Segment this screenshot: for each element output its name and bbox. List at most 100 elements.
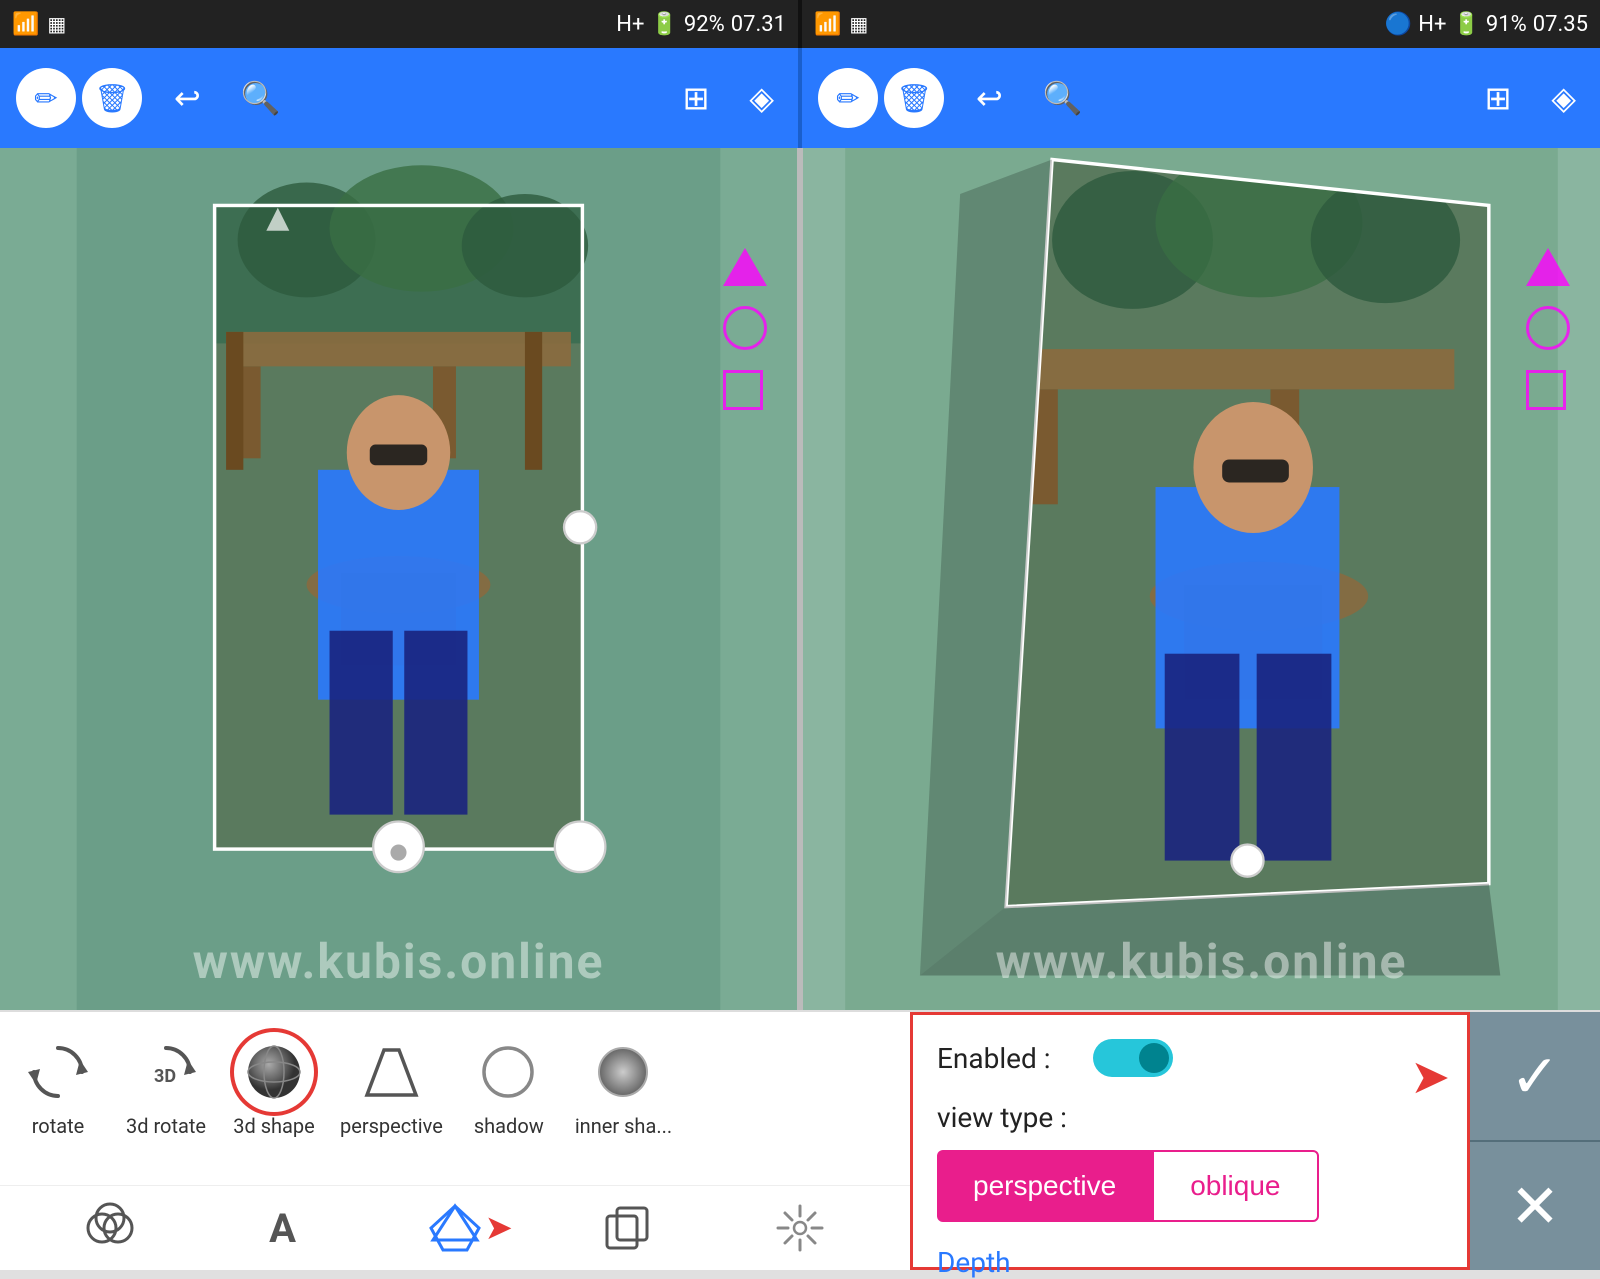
status-bar-right: 📶 ▦ 🔵 H+ 🔋 91% 07.35: [802, 0, 1600, 48]
blend-icon-btn[interactable]: [80, 1198, 140, 1258]
canvases: www.kubis.online: [0, 148, 1600, 1010]
settings-panel: Enabled : view type : perspective obliqu…: [910, 1012, 1470, 1270]
cancel-x-icon: ✕: [1510, 1171, 1560, 1242]
3d-shape-label: 3d shape: [233, 1114, 315, 1138]
confirm-arrow: ➤: [1410, 1048, 1450, 1105]
enabled-row: Enabled :: [937, 1039, 1443, 1077]
square-shape-right[interactable]: [1526, 370, 1566, 410]
zoom-button-right[interactable]: 🔍: [1035, 71, 1091, 125]
confirm-check-icon: ✓: [1510, 1041, 1560, 1112]
trash-icon-right: 🗑: [896, 82, 932, 115]
trash-button-right[interactable]: 🗑: [884, 68, 944, 128]
wifi-icon: 📶: [12, 12, 39, 37]
shadow-icon-wrap: [473, 1036, 545, 1108]
toggle-track: [1093, 1039, 1173, 1077]
shape-icon-btn[interactable]: ➤: [425, 1198, 485, 1258]
app-icon-right: ▦: [849, 12, 868, 36]
text-letter: A: [269, 1205, 296, 1252]
tool-group-edit-left: ✏ 🗑: [16, 68, 142, 128]
shape-handles-right: [1526, 248, 1570, 410]
status-info-right: 🔵 H+ 🔋 91% 07.35: [1385, 12, 1588, 37]
pencil-icon-right: ✏: [836, 82, 859, 115]
tool-3d-shape[interactable]: 3d shape: [224, 1028, 324, 1146]
time-right: 07.35: [1533, 12, 1588, 37]
perspective-button[interactable]: perspective: [937, 1150, 1152, 1222]
watermark-left: www.kubis.online: [0, 933, 797, 990]
zoom-button-left[interactable]: 🔍: [233, 71, 289, 125]
text-icon-btn[interactable]: A: [253, 1198, 313, 1258]
duplicate-icon-btn[interactable]: [597, 1198, 657, 1258]
confirm-cancel-panel: ➤ ✓ ✕: [1470, 1012, 1600, 1270]
status-icons-left: 📶 ▦: [12, 12, 66, 37]
toolbar-right: ✏ 🗑 ↩ 🔍 ⊞ ◈: [802, 48, 1600, 148]
perspective-label: perspective: [340, 1114, 443, 1138]
circle-shape-right[interactable]: [1526, 306, 1570, 350]
oblique-button[interactable]: oblique: [1152, 1150, 1318, 1222]
canvas-left[interactable]: www.kubis.online: [0, 148, 797, 1010]
tool-3d-rotate[interactable]: 3D 3d rotate: [116, 1028, 216, 1146]
wifi-icon-right: 📶: [814, 12, 841, 37]
canvas-right[interactable]: www.kubis.online: [803, 148, 1600, 1010]
trash-icon-left: 🗑: [94, 82, 130, 115]
tool-group-edit-right: ✏ 🗑: [818, 68, 944, 128]
tool-rotate[interactable]: rotate: [8, 1028, 108, 1146]
shadow-label: shadow: [474, 1114, 544, 1138]
perspective-icon-wrap: [355, 1036, 427, 1108]
confirm-button[interactable]: ➤ ✓: [1470, 1012, 1600, 1140]
app-icon-left: ▦: [47, 12, 66, 36]
undo-button-left[interactable]: ↩: [166, 71, 209, 125]
pencil-icon-left: ✏: [34, 82, 57, 115]
tool-shadow[interactable]: shadow: [459, 1028, 559, 1146]
status-icons-right: 📶 ▦: [814, 12, 868, 37]
view-type-section: view type : perspective oblique: [937, 1101, 1443, 1222]
circle-shape-left[interactable]: [723, 306, 767, 350]
grid-button-left[interactable]: ⊞: [675, 71, 718, 125]
bluetooth-icon: 🔵: [1385, 12, 1412, 37]
battery-icon-left: 🔋: [650, 12, 677, 37]
square-shape-left[interactable]: [723, 370, 763, 410]
toolbars: ✏ 🗑 ↩ 🔍 ⊞ ◈ ✏ 🗑 ↩ 🔍: [0, 48, 1600, 148]
time-left: 07.31: [731, 12, 786, 37]
3d-rotate-icon-wrap: 3D: [130, 1036, 202, 1108]
pencil-button-left[interactable]: ✏: [16, 68, 76, 128]
svg-text:3D: 3D: [154, 1066, 176, 1087]
signal-type-left: H+: [616, 12, 644, 37]
tools-scroll[interactable]: rotate 3D 3d rotate: [0, 1012, 910, 1185]
trash-button-left[interactable]: 🗑: [82, 68, 142, 128]
signal-type-right: H+: [1418, 12, 1446, 37]
battery-icon-right: 🔋: [1452, 12, 1479, 37]
app-container: 📶 ▦ H+ 🔋 92% 07.31 📶 ▦ 🔵 H+ 🔋 91% 07.35: [0, 0, 1600, 1270]
grid-button-right[interactable]: ⊞: [1477, 71, 1520, 125]
bottom-area: rotate 3D 3d rotate: [0, 1010, 1600, 1270]
watermark-right: www.kubis.online: [803, 933, 1600, 990]
layers-button-right[interactable]: ◈: [1543, 71, 1584, 125]
battery-left: 92%: [684, 12, 725, 37]
3d-shape-icon-wrap: [238, 1036, 310, 1108]
shape-handles-left: [723, 248, 767, 410]
pencil-button-right[interactable]: ✏: [818, 68, 878, 128]
undo-button-right[interactable]: ↩: [968, 71, 1011, 125]
active-indicator: [230, 1028, 318, 1116]
depth-label: Depth: [937, 1246, 1011, 1279]
view-type-buttons: perspective oblique: [937, 1150, 1443, 1222]
rotate-label: rotate: [32, 1114, 85, 1138]
depth-row: Depth: [937, 1246, 1443, 1279]
effects-icon-btn[interactable]: [770, 1198, 830, 1258]
view-type-label: view type :: [937, 1101, 1443, 1134]
triangle-shape-right[interactable]: [1526, 248, 1570, 286]
battery-right: 91%: [1486, 12, 1527, 37]
3d-rotate-label: 3d rotate: [126, 1114, 206, 1138]
tool-perspective[interactable]: perspective: [332, 1028, 451, 1146]
inner-shadow-icon-wrap: [587, 1036, 659, 1108]
bottom-tools-left: rotate 3D 3d rotate: [0, 1012, 910, 1270]
enabled-toggle[interactable]: [1093, 1039, 1173, 1077]
inner-shadow-label: inner sha...: [575, 1114, 672, 1138]
toolbar-left: ✏ 🗑 ↩ 🔍 ⊞ ◈: [0, 48, 798, 148]
cancel-button[interactable]: ✕: [1470, 1140, 1600, 1270]
triangle-shape-left[interactable]: [723, 248, 767, 286]
status-bars: 📶 ▦ H+ 🔋 92% 07.31 📶 ▦ 🔵 H+ 🔋 91% 07.35: [0, 0, 1600, 48]
tool-inner-shadow[interactable]: inner sha...: [567, 1028, 680, 1146]
toggle-thumb: [1139, 1043, 1169, 1073]
layers-button-left[interactable]: ◈: [741, 71, 782, 125]
bottom-icons-row: A ➤: [0, 1185, 910, 1270]
